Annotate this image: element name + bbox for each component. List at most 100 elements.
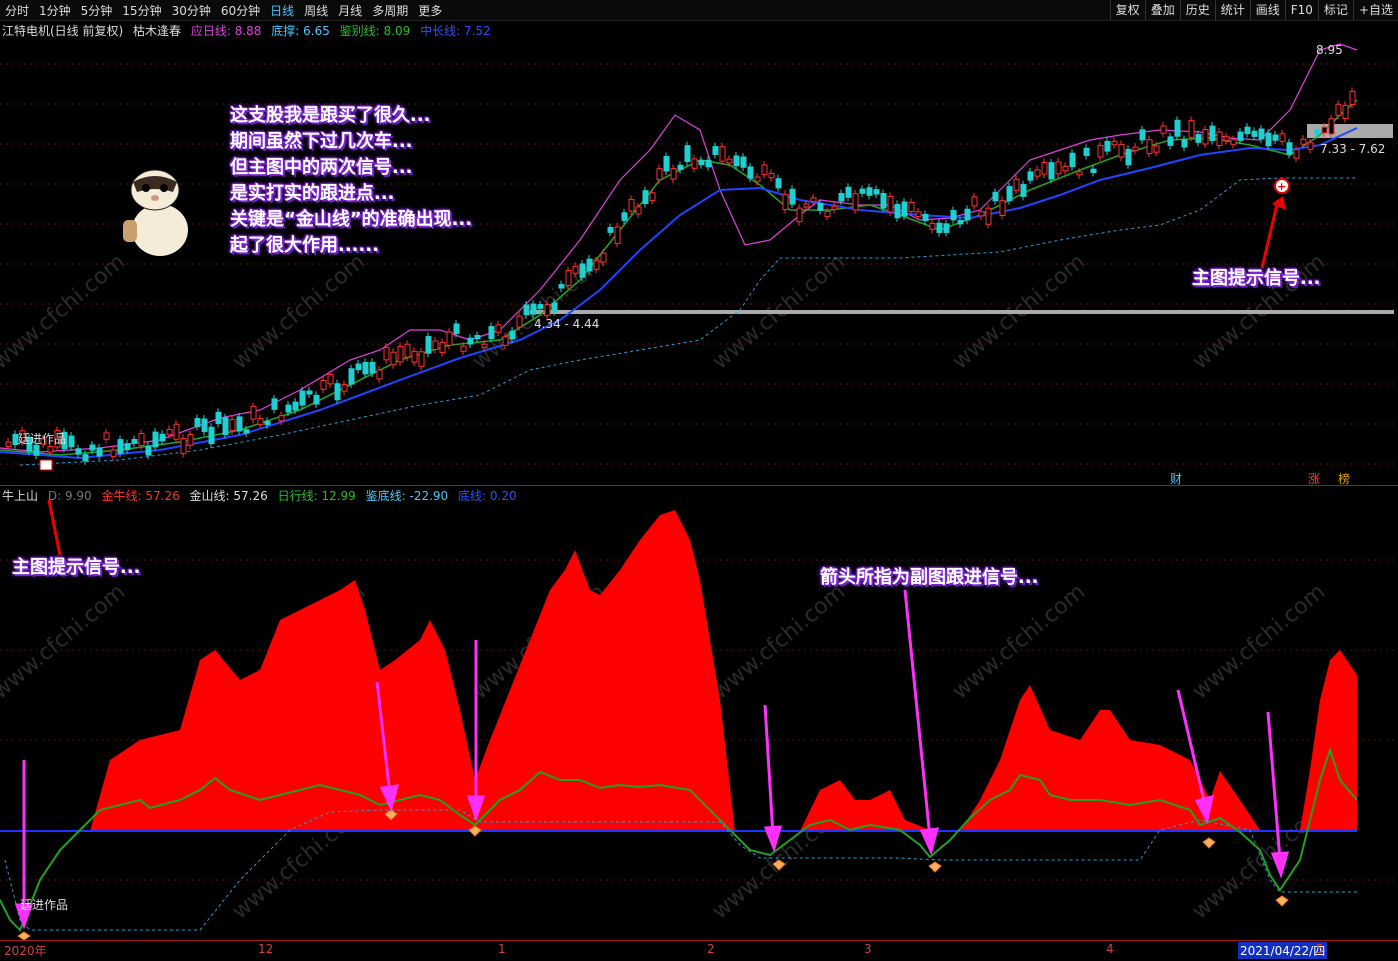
candle-body <box>1314 129 1321 135</box>
add-watchlist-button[interactable]: +自选 <box>1352 0 1398 20</box>
arrow-main-right <box>1260 199 1280 269</box>
candle-body <box>327 374 334 385</box>
candle-body <box>971 196 978 207</box>
stats-button[interactable]: 统计 <box>1214 0 1250 20</box>
candle-body <box>201 418 208 433</box>
period-1min[interactable]: 1分钟 <box>34 2 76 19</box>
candle-body <box>754 176 761 182</box>
candle-body <box>117 439 124 454</box>
candle-body <box>810 197 817 203</box>
watermark-text: www.cfchi.com <box>1188 579 1330 704</box>
candle-body <box>376 369 383 380</box>
candle-body <box>369 361 376 374</box>
candle-body <box>873 189 880 195</box>
candle-body <box>1293 148 1300 159</box>
candle-body <box>334 383 341 401</box>
candle-body <box>824 210 831 217</box>
range-bar-left <box>530 310 1394 314</box>
story-line: 起了很大作用...... <box>230 235 380 256</box>
candle-body <box>173 423 180 440</box>
candle-body <box>166 429 173 435</box>
draw-button[interactable]: 画线 <box>1249 0 1285 20</box>
main-author-label: 廷进作品 <box>18 432 67 446</box>
candle-body <box>1055 161 1062 175</box>
candle-body <box>999 199 1006 217</box>
yingrixian-line <box>0 43 1358 453</box>
candle-body <box>439 341 446 354</box>
period-monthly[interactable]: 月线 <box>333 2 367 19</box>
story-line: 关键是“金山线”的准确出现... <box>230 209 473 230</box>
indicator-name[interactable]: 枯木逢春 <box>133 24 181 38</box>
candle-body <box>628 198 635 212</box>
candle-body <box>845 186 852 198</box>
sub-chart[interactable]: www.cfchi.com www.cfchi.com www.cfchi.co… <box>0 500 1398 940</box>
candle-body <box>775 178 782 189</box>
candle-body <box>229 418 236 432</box>
main-chart[interactable]: www.cfchi.com www.cfchi.com www.cfchi.co… <box>0 40 1398 485</box>
candle-body <box>1097 144 1104 158</box>
fuquan-button[interactable]: 复权 <box>1109 0 1145 20</box>
period-daily[interactable]: 日线 <box>265 2 299 19</box>
candle-body <box>789 188 796 205</box>
legend-zhongchang: 中长线: 7.52 <box>420 24 491 38</box>
candle-body <box>383 347 390 361</box>
candle-body <box>1062 165 1069 172</box>
watermark-text: www.cfchi.com <box>228 249 370 374</box>
candle-body <box>159 433 166 442</box>
candle-body <box>68 435 75 448</box>
diamond-icon <box>1275 895 1289 907</box>
period-5min[interactable]: 5分钟 <box>76 2 118 19</box>
candle-body <box>138 433 145 447</box>
candle-body <box>1160 125 1167 134</box>
candle-body <box>1146 139 1153 154</box>
candle-body <box>1153 145 1160 153</box>
watermark-text: www.cfchi.com <box>948 579 1090 704</box>
candle-body <box>250 405 257 420</box>
stock-title[interactable]: 江特电机(日线 前复权) <box>2 24 123 38</box>
candle-body <box>1090 168 1097 174</box>
candle-body <box>1349 90 1356 105</box>
candle-body <box>432 340 439 351</box>
period-30min[interactable]: 30分钟 <box>167 2 216 19</box>
candle-body <box>1279 133 1286 142</box>
candle-body <box>1076 171 1083 176</box>
f10-button[interactable]: F10 <box>1284 0 1318 20</box>
overlay-button[interactable]: 叠加 <box>1144 0 1180 20</box>
arrow-main-left <box>47 500 62 556</box>
candle-body <box>663 155 670 172</box>
range-label-left: 4.34 - 4.44 <box>534 317 600 331</box>
candle-body <box>1286 142 1293 155</box>
watermark-text: www.cfchi.com <box>0 249 130 374</box>
candle-body <box>236 416 243 432</box>
candle-body <box>1251 130 1258 137</box>
period-weekly[interactable]: 周线 <box>299 2 333 19</box>
chart-divider <box>0 485 1398 486</box>
candle-body <box>894 203 901 219</box>
candle-body <box>1188 120 1195 138</box>
axis-label-2020: 2020年 <box>4 944 47 958</box>
main-signal-callout-left: 主图提示信号... <box>12 557 141 578</box>
story-line: 但主图中的两次信号... <box>230 157 413 178</box>
candle-body <box>1335 103 1342 116</box>
period-more[interactable]: 更多 <box>413 2 447 19</box>
candle-body <box>950 209 957 221</box>
candle-body <box>271 398 278 410</box>
candle-body <box>222 417 229 436</box>
mascot-image <box>123 169 188 256</box>
period-60min[interactable]: 60分钟 <box>216 2 265 19</box>
candle-body <box>621 212 628 221</box>
candle-body <box>957 219 964 225</box>
candle-body <box>670 168 677 180</box>
period-multi[interactable]: 多周期 <box>367 2 413 19</box>
mark-button[interactable]: 标记 <box>1317 0 1353 20</box>
candle-body <box>495 324 502 333</box>
period-15min[interactable]: 15分钟 <box>117 2 166 19</box>
candle-body <box>1230 139 1237 145</box>
history-button[interactable]: 历史 <box>1179 0 1215 20</box>
candle-body <box>565 270 572 287</box>
candle-body <box>831 205 838 210</box>
candle-body <box>47 446 54 453</box>
period-fenshi[interactable]: 分时 <box>0 2 34 19</box>
candle-body <box>110 449 117 457</box>
buy-signal-marker-left[interactable] <box>39 459 53 471</box>
